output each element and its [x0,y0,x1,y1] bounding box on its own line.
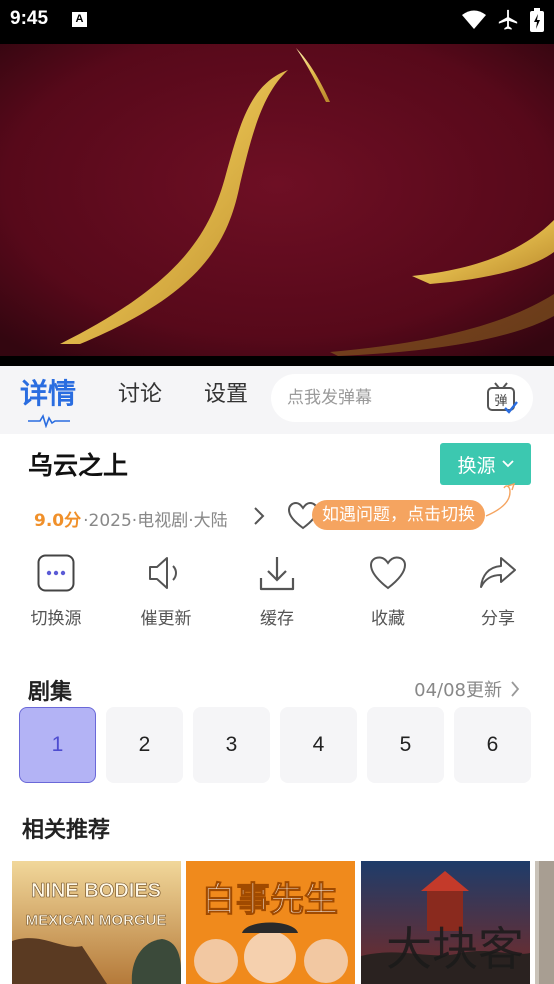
show-info: ·2025·电视剧·大陆 [83,511,228,531]
poster-subtitle: MEXICAN MORGUE [26,912,167,929]
action-label: 切换源 [30,609,82,629]
action-download[interactable]: 缓存 [227,552,327,629]
poster-title: NINE BODIES [31,880,161,902]
recommendation-poster[interactable]: 大块客 [361,861,530,984]
danmu-input[interactable] [287,384,477,412]
chevron-down-icon [501,460,514,468]
download-icon [259,557,295,591]
recommendation-poster[interactable]: 白事先生 [186,861,355,984]
poster-title: 白事先生 [202,880,338,920]
episode-list: 1 2 3 4 5 6 [19,707,531,783]
action-row: 切换源 催更新 缓存 收藏 分享 [0,552,554,632]
episode-button[interactable]: 2 [106,707,183,783]
tab-discussion[interactable]: 讨论 [118,376,162,408]
recommendation-poster-partial[interactable] [535,861,554,984]
danmu-toggle-icon[interactable]: 弹 [485,382,519,414]
notification-a-icon: A [72,12,87,27]
active-tab-indicator [28,414,70,428]
tab-settings[interactable]: 设置 [204,376,248,408]
action-share[interactable]: 分享 [448,552,548,629]
episodes-update[interactable]: 04/08更新 [414,676,520,702]
chevron-right-icon[interactable] [252,506,266,526]
speaker-icon [149,557,177,589]
episode-button[interactable]: 6 [454,707,531,783]
episode-button[interactable]: 5 [367,707,444,783]
show-meta[interactable]: 9.0分 ·2025·电视剧·大陆 [34,506,228,531]
episodes-title: 剧集 [28,680,73,705]
action-label: 缓存 [260,609,294,629]
show-title: 乌云之上 [28,451,129,480]
danmu-box: 弹 [271,374,533,422]
danmu-icon-label: 弹 [494,394,507,409]
episode-button[interactable]: 4 [280,707,357,783]
more-dots-icon [37,554,75,592]
action-label: 催更新 [140,609,192,629]
share-icon [480,557,516,588]
app-screen: 9:45 A 详情 讨论 设置 点我发弹幕 弹 乌云之上 换源 9.0分 ·20… [0,0,554,984]
battery-icon [530,8,544,32]
tab-details[interactable]: 详情 [20,372,76,412]
switch-source-button[interactable]: 换源 [440,443,531,485]
tab-bar: 详情 讨论 设置 弹 [0,366,554,434]
poster-title: 大块客 [386,922,524,976]
episode-button[interactable]: 3 [193,707,270,783]
action-urge-update[interactable]: 催更新 [116,552,216,629]
recommendation-list: NINE BODIES MEXICAN MORGUE 白事先生 大块客 [12,861,554,984]
action-label: 分享 [481,609,515,629]
action-label: 收藏 [371,609,405,629]
recommendation-poster[interactable]: NINE BODIES MEXICAN MORGUE [12,861,181,984]
switch-tip-bubble[interactable]: 如遇问题，点击切换 [312,500,485,530]
action-favorite[interactable]: 收藏 [338,552,438,629]
episode-button[interactable]: 1 [19,707,96,783]
wifi-icon [462,10,486,29]
airplane-icon [498,9,518,30]
switch-source-label: 换源 [457,454,496,477]
heart-icon [369,556,407,590]
recommendations-title: 相关推荐 [22,818,111,843]
video-player[interactable] [0,44,554,366]
chevron-right-icon [511,681,520,697]
tip-arrow-decoration [485,482,516,517]
status-bar: 9:45 A [0,0,554,44]
action-switch-source[interactable]: 切换源 [6,552,106,629]
episodes-update-text: 04/08更新 [414,680,502,701]
show-score: 9.0分 [34,511,82,531]
status-time: 9:45 [10,8,49,29]
